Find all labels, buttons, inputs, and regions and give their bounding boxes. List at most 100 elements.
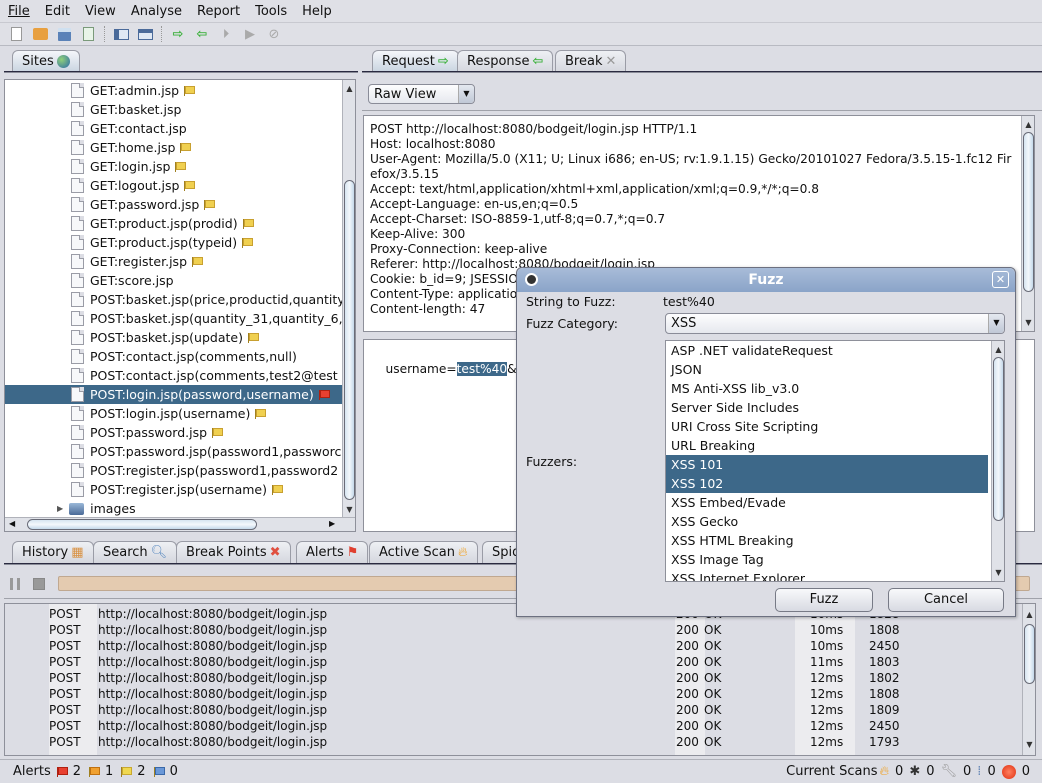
fuzzer-item[interactable]: MS Anti-XSS lib_v3.0 [666, 379, 988, 398]
scroll-thumb[interactable] [1024, 624, 1035, 684]
tree-item[interactable]: POST:contact.jsp(comments,test2@test [71, 366, 338, 385]
tree-item[interactable]: GET:admin.jsp [71, 81, 196, 100]
tree-item[interactable]: GET:home.jsp [71, 138, 192, 157]
tab-active-scan[interactable]: Active Scan 🔥︎ [369, 541, 478, 563]
fuzzer-item[interactable]: XSS 102 [666, 474, 988, 493]
fuzzer-item[interactable]: ASP .NET validateRequest [666, 341, 988, 360]
sites-horizontal-scrollbar[interactable]: ◀ ▶ [5, 517, 355, 531]
scroll-down-arrow-icon[interactable]: ▼ [1022, 316, 1034, 329]
tree-item[interactable]: POST:register.jsp(password1,password2 [71, 461, 338, 480]
tree-item[interactable]: POST:contact.jsp(comments,null) [71, 347, 297, 366]
pause-icon[interactable] [10, 578, 20, 590]
menu-file[interactable]: File [8, 4, 30, 19]
scroll-up-arrow-icon[interactable]: ▲ [992, 343, 1004, 356]
tab-break[interactable]: Break ✕ [555, 50, 627, 72]
tree-item[interactable]: GET:product.jsp(prodid) [71, 214, 254, 233]
fuzzer-item[interactable]: URI Cross Site Scripting [666, 417, 988, 436]
stop-icon[interactable] [33, 578, 45, 590]
table-row[interactable]: POST http://localhost:8080/bodgeit/login.… [5, 670, 1023, 686]
results-vertical-scrollbar[interactable]: ▲ ▼ [1022, 604, 1035, 755]
stop-icon[interactable]: ⊘ [266, 26, 282, 42]
cancel-button[interactable]: Cancel [888, 588, 1004, 612]
layout-full-icon[interactable] [137, 26, 153, 42]
scroll-up-arrow-icon[interactable]: ▲ [1023, 608, 1035, 621]
tree-item[interactable]: GET:logout.jsp [71, 176, 196, 195]
tree-item[interactable]: GET:password.jsp [71, 195, 216, 214]
tab-response[interactable]: Response ⇦ [457, 50, 554, 72]
tree-item[interactable]: POST:basket.jsp(quantity_31,quantity_6, [71, 309, 343, 328]
fuzz-category-select[interactable]: XSS ▼ [665, 313, 1005, 334]
tab-sites[interactable]: Sites [12, 50, 80, 72]
scroll-left-arrow-icon[interactable]: ◀ [9, 519, 15, 528]
expand-icon[interactable]: ▶ [57, 504, 63, 513]
menu-analyse[interactable]: Analyse [131, 4, 182, 19]
tree-folder-images[interactable]: ▶ images [57, 499, 136, 518]
tree-item[interactable]: GET:login.jsp [71, 157, 187, 176]
scroll-thumb[interactable] [993, 357, 1004, 521]
menu-help[interactable]: Help [302, 4, 332, 19]
fuzzers-vertical-scrollbar[interactable]: ▲ ▼ [991, 341, 1004, 581]
tree-item[interactable]: GET:product.jsp(typeid) [71, 233, 254, 252]
scroll-down-arrow-icon[interactable]: ▼ [343, 503, 355, 516]
tree-item[interactable]: POST:register.jsp(username) [71, 480, 283, 499]
scroll-down-arrow-icon[interactable]: ▼ [992, 566, 1004, 579]
tab-search[interactable]: Search 🔍︎ [93, 541, 178, 563]
continue-icon[interactable]: ▶ [242, 26, 258, 42]
tree-item[interactable]: POST:basket.jsp(update) [71, 328, 259, 347]
scroll-down-arrow-icon[interactable]: ▼ [1023, 738, 1035, 751]
results-table[interactable]: POST http://localhost:8080/bodgeit/login.… [4, 603, 1036, 756]
table-row[interactable]: POST http://localhost:8080/bodgeit/login.… [5, 702, 1023, 718]
tree-item[interactable]: GET:basket.jsp [71, 100, 181, 119]
back-arrow-icon[interactable]: ⇦ [194, 26, 210, 42]
scroll-thumb[interactable] [27, 519, 257, 530]
fuzzer-item[interactable]: XSS Internet Explorer [666, 569, 988, 581]
fuzzer-item[interactable]: XSS Embed/Evade [666, 493, 988, 512]
fuzzer-item[interactable]: Server Side Includes [666, 398, 988, 417]
tab-request[interactable]: Request ⇨ [372, 50, 459, 72]
request-vertical-scrollbar[interactable]: ▲ ▼ [1021, 116, 1034, 331]
view-select[interactable]: Raw View ▼ [368, 84, 475, 104]
fuzzer-item[interactable]: XSS 101 [666, 455, 988, 474]
scroll-thumb[interactable] [1023, 132, 1034, 292]
tab-history[interactable]: History ▦ [12, 541, 94, 563]
fuzzer-item[interactable]: XSS HTML Breaking [666, 531, 988, 550]
menu-report[interactable]: Report [197, 4, 240, 19]
table-row[interactable]: POST http://localhost:8080/bodgeit/login.… [5, 734, 1023, 750]
menu-view[interactable]: View [85, 4, 116, 19]
scroll-right-arrow-icon[interactable]: ▶ [329, 519, 335, 528]
table-row[interactable]: POST http://localhost:8080/bodgeit/login.… [5, 654, 1023, 670]
properties-icon[interactable] [80, 26, 96, 42]
new-session-icon[interactable] [8, 26, 24, 42]
open-session-icon[interactable] [32, 26, 48, 42]
menu-tools[interactable]: Tools [255, 4, 287, 19]
layout-split-icon[interactable] [113, 26, 129, 42]
tree-item[interactable]: GET:contact.jsp [71, 119, 187, 138]
close-icon[interactable]: ✕ [992, 271, 1009, 288]
sites-vertical-scrollbar[interactable]: ▲ ▼ [342, 80, 355, 518]
tree-item[interactable]: POST:password.jsp(password1,passworc [71, 442, 341, 461]
fuzzer-item[interactable]: URL Breaking [666, 436, 988, 455]
sites-tree[interactable]: GET:admin.jsp GET:basket.jsp GET:contact.j… [4, 79, 356, 532]
menu-edit[interactable]: Edit [45, 4, 70, 19]
tab-break-points[interactable]: Break Points ✖ [176, 541, 291, 563]
table-row[interactable]: POST http://localhost:8080/bodgeit/login.… [5, 718, 1023, 734]
table-row[interactable]: POST http://localhost:8080/bodgeit/login.… [5, 638, 1023, 654]
fuzz-button[interactable]: Fuzz [775, 588, 873, 612]
tree-item[interactable]: POST:login.jsp(username) [71, 404, 267, 423]
fuzzers-list[interactable]: ASP .NET validateRequest JSON MS Anti-XSS … [665, 340, 1005, 582]
table-row[interactable]: POST http://localhost:8080/bodgeit/login.… [5, 686, 1023, 702]
tree-item[interactable]: POST:password.jsp [71, 423, 224, 442]
tree-item[interactable]: POST:login.jsp(password,username) [5, 385, 343, 404]
fuzzer-item[interactable]: XSS Image Tag [666, 550, 988, 569]
table-row[interactable]: POST http://localhost:8080/bodgeit/login.… [5, 622, 1023, 638]
tree-item[interactable]: GET:score.jsp [71, 271, 174, 290]
step-icon[interactable]: ⏵ [218, 26, 234, 42]
fuzzer-item[interactable]: XSS Gecko [666, 512, 988, 531]
save-session-icon[interactable] [56, 26, 72, 42]
dialog-title-bar[interactable]: Fuzz ✕ [517, 268, 1015, 292]
fuzzer-item[interactable]: JSON [666, 360, 988, 379]
scroll-up-arrow-icon[interactable]: ▲ [343, 82, 355, 95]
forward-arrow-icon[interactable]: ⇨ [170, 26, 186, 42]
tab-alerts[interactable]: Alerts ⚑ [296, 541, 369, 563]
scroll-up-arrow-icon[interactable]: ▲ [1022, 118, 1034, 131]
